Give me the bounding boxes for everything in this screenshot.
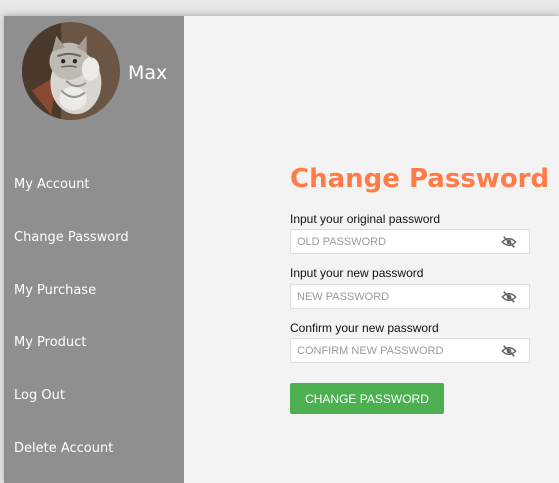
old-password-input[interactable] [291,230,491,253]
confirm-password-input[interactable] [291,339,491,362]
confirm-password-label: Confirm your new password [290,321,439,335]
sidebar-item-my-account[interactable]: My Account [14,177,90,192]
change-password-button[interactable]: CHANGE PASSWORD [290,383,444,414]
eye-slash-icon[interactable] [501,235,517,249]
old-password-label: Input your original password [290,212,441,226]
sidebar-item-delete-account[interactable]: Delete Account [14,441,113,456]
sidebar: Max My Account Change Password My Purcha… [4,16,184,483]
confirm-password-field [290,338,530,363]
new-password-field [290,284,530,309]
eye-slash-icon[interactable] [501,344,517,358]
window-top-edge [0,0,559,16]
sidebar-item-log-out[interactable]: Log Out [14,388,65,403]
cat-avatar-image [22,22,120,120]
page-title: Change Password [290,164,550,194]
avatar[interactable] [22,22,120,120]
username: Max [128,62,168,84]
new-password-input[interactable] [291,285,491,308]
new-password-label: Input your new password [290,266,424,280]
sidebar-item-my-product[interactable]: My Product [14,335,86,350]
sidebar-item-change-password[interactable]: Change Password [14,230,129,245]
main-content: Change Password Input your original pass… [184,16,559,483]
eye-slash-icon[interactable] [501,290,517,304]
app-window: Max My Account Change Password My Purcha… [4,16,559,483]
sidebar-item-my-purchase[interactable]: My Purchase [14,283,96,298]
old-password-field [290,229,530,254]
